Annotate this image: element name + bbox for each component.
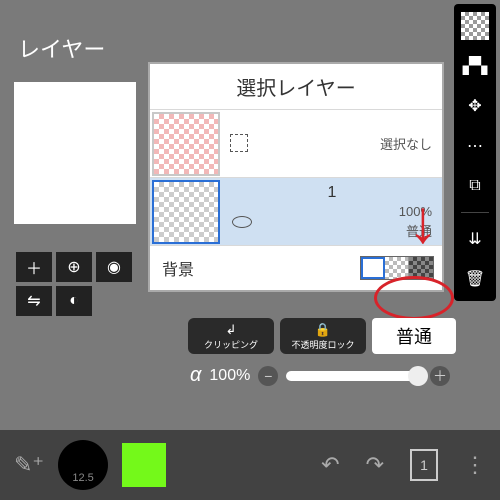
background-swatches bbox=[360, 256, 434, 280]
background-row: 背景 bbox=[150, 246, 442, 290]
alpha-decrease-button[interactable]: − bbox=[258, 366, 278, 386]
brush-icon[interactable]: ✎⁺ bbox=[14, 452, 44, 478]
clipping-icon: ↲ bbox=[226, 322, 237, 338]
clipping-button[interactable]: ↲ クリッピング bbox=[188, 318, 274, 354]
flip-h-button[interactable]: ⇋ bbox=[16, 286, 52, 316]
layer-panel-header-text: 選択レイヤー bbox=[236, 72, 355, 101]
layer-option-buttons: ↲ クリッピング 🔒 不透明度ロック 普通 bbox=[188, 318, 456, 354]
more-icon[interactable]: ⋮ bbox=[464, 452, 486, 478]
alpha-slider-row: α 100% − ＋ bbox=[190, 364, 450, 387]
trash-icon[interactable]: 🗑 bbox=[459, 263, 491, 295]
expand-selection-icon[interactable]: ▞▚ bbox=[459, 50, 491, 82]
layer-opacity: 100% bbox=[399, 204, 432, 219]
flip-icon[interactable]: ⧉ bbox=[459, 170, 491, 202]
alpha-increase-button[interactable]: ＋ bbox=[430, 366, 450, 386]
blend-mode-value: 普通 bbox=[396, 323, 432, 349]
layer-action-buttons: ＋ ⊕ ◉ ⇋ ◐ bbox=[16, 252, 134, 316]
layer-panel-header: 選択レイヤー bbox=[150, 64, 442, 110]
redo-button[interactable]: ↷ bbox=[366, 452, 384, 478]
bottom-toolbar: ✎⁺ 12.5 ↶ ↷ 1 ⋮ bbox=[0, 430, 500, 500]
alpha-slider[interactable] bbox=[286, 371, 422, 381]
layer-thumbnail bbox=[152, 180, 220, 244]
add-layer-button[interactable]: ＋ bbox=[16, 252, 52, 282]
alpha-value: 100% bbox=[209, 367, 250, 385]
bg-swatch-white[interactable] bbox=[361, 257, 385, 279]
layer-row[interactable]: 選択なし bbox=[150, 110, 442, 178]
blend-mode-select[interactable]: 普通 bbox=[372, 318, 456, 354]
layer-count-value: 1 bbox=[420, 457, 428, 473]
camera-layer-button[interactable]: ◉ bbox=[96, 252, 132, 282]
alpha-slider-knob[interactable] bbox=[408, 366, 428, 386]
add-image-layer-button[interactable]: ⊕ bbox=[56, 252, 92, 282]
invert-button[interactable]: ◐ bbox=[56, 286, 92, 316]
brush-size-value: 12.5 bbox=[72, 472, 93, 484]
color-swatch[interactable] bbox=[122, 443, 166, 487]
brush-size-indicator[interactable]: 12.5 bbox=[58, 440, 108, 490]
overflow-icon[interactable]: ⋯ bbox=[459, 130, 491, 162]
layer-name: 1 bbox=[328, 184, 337, 202]
alpha-lock-label: 不透明度ロック bbox=[291, 338, 354, 351]
lock-icon: 🔒 bbox=[315, 322, 331, 338]
checker-toggle-button[interactable] bbox=[459, 10, 491, 42]
merge-down-icon[interactable]: ⇊ bbox=[459, 223, 491, 255]
move-icon[interactable]: ✥ bbox=[459, 90, 491, 122]
background-label: 背景 bbox=[162, 256, 194, 280]
alpha-lock-button[interactable]: 🔒 不透明度ロック bbox=[280, 318, 366, 354]
layer-thumbnail bbox=[152, 112, 220, 176]
layer-panel: 選択レイヤー 選択なし 1 100% 普通 背景 bbox=[148, 62, 444, 292]
clipping-label: クリッピング bbox=[204, 338, 258, 351]
bg-swatch-transparent[interactable] bbox=[385, 257, 409, 279]
undo-button[interactable]: ↶ bbox=[321, 452, 339, 478]
layer-count-button[interactable]: 1 bbox=[410, 449, 438, 481]
canvas-preview[interactable] bbox=[14, 82, 136, 224]
layer-blend: 普通 bbox=[406, 221, 432, 240]
right-toolbar: ▞▚ ✥ ⋯ ⧉ ⇊ 🗑 bbox=[454, 4, 496, 301]
alpha-label: α bbox=[190, 364, 201, 387]
bg-swatch-dark[interactable] bbox=[409, 257, 433, 279]
panel-title: レイヤー bbox=[18, 32, 105, 64]
layer-status: 選択なし bbox=[380, 134, 432, 153]
layer-row[interactable]: 1 100% 普通 bbox=[150, 178, 442, 246]
